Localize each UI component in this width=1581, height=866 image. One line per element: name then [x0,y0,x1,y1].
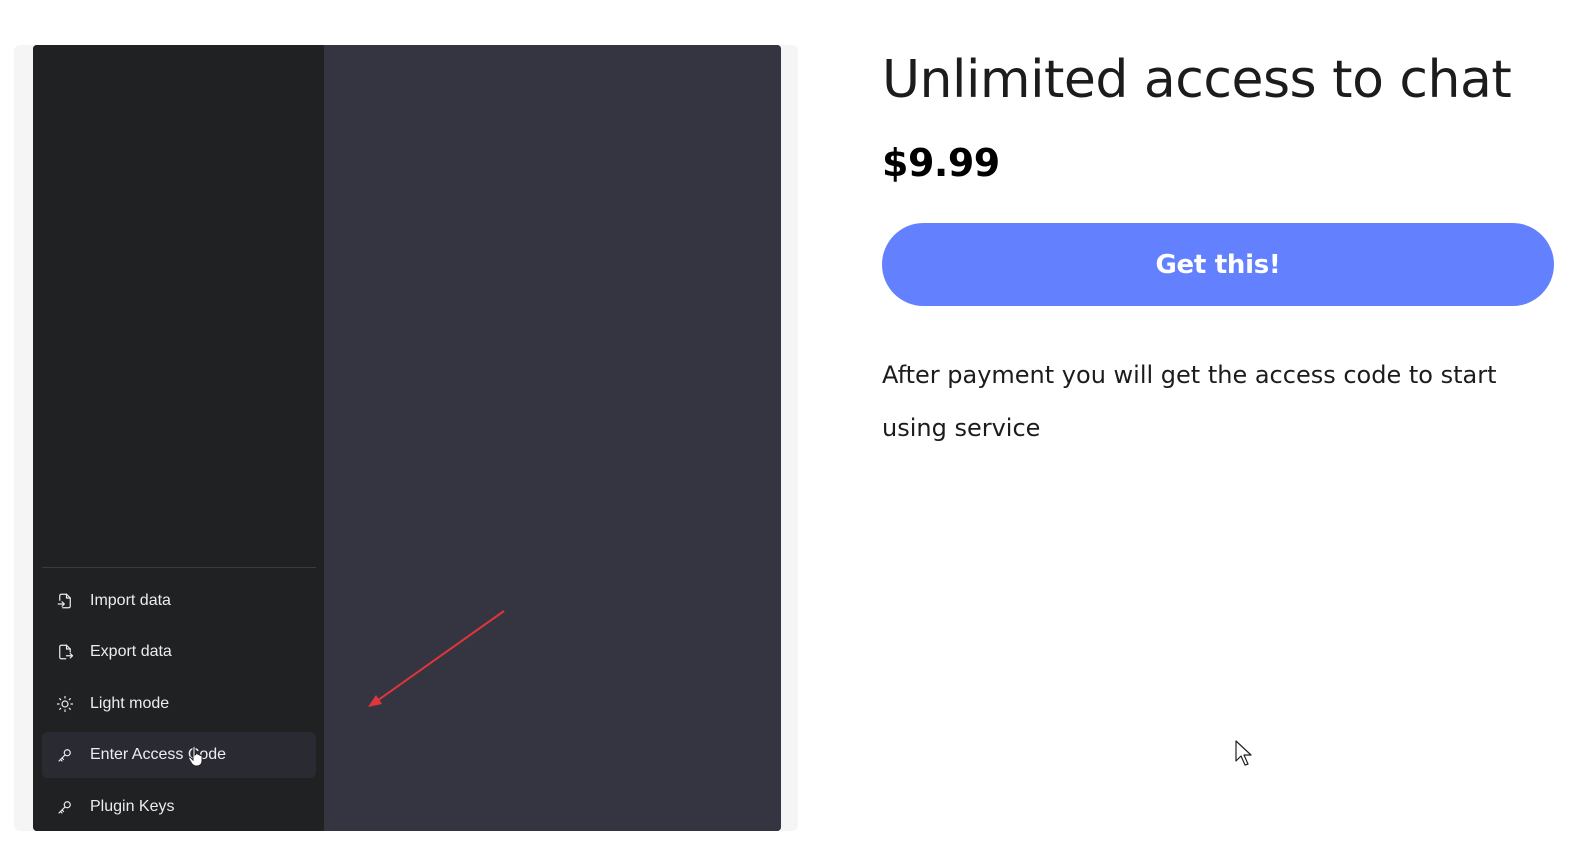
key-icon [55,797,75,817]
file-import-icon [55,591,75,611]
sidebar-divider [42,567,316,568]
sidebar-item-label: Plugin Keys [90,798,175,815]
mouse-cursor-icon [1235,740,1252,766]
sidebar-item-enter-access-code[interactable]: Enter Access Code [42,732,316,778]
sidebar-item-export-data[interactable]: Export data [42,629,316,675]
sidebar-item-import-data[interactable]: Import data [42,578,316,624]
key-icon [55,745,75,765]
product-price: $9.99 [882,141,1000,185]
product-page: Import data Export data Light mode Enter… [0,0,1581,866]
annotation-arrow-icon [368,610,505,707]
product-description: After payment you will get the access co… [882,361,1497,442]
sidebar-item-label: Import data [90,592,171,609]
product-info: Unlimited access to chat $9.99 Get this!… [882,45,1554,442]
sidebar-item-label: Enter Access Code [90,746,227,763]
sidebar-item-label: Export data [90,643,172,660]
hand-pointer-icon [188,745,203,767]
sidebar-item-label: Light mode [90,695,170,712]
file-export-icon [55,642,75,662]
chat-sidebar: Import data Export data Light mode Enter… [33,45,324,831]
sidebar-item-plugin-keys[interactable]: Plugin Keys [42,784,316,830]
get-this-button[interactable]: Get this! [882,223,1554,306]
sidebar-item-light-mode[interactable]: Light mode [42,681,316,727]
product-title: Unlimited access to chat [882,50,1512,110]
sun-icon [55,694,75,714]
